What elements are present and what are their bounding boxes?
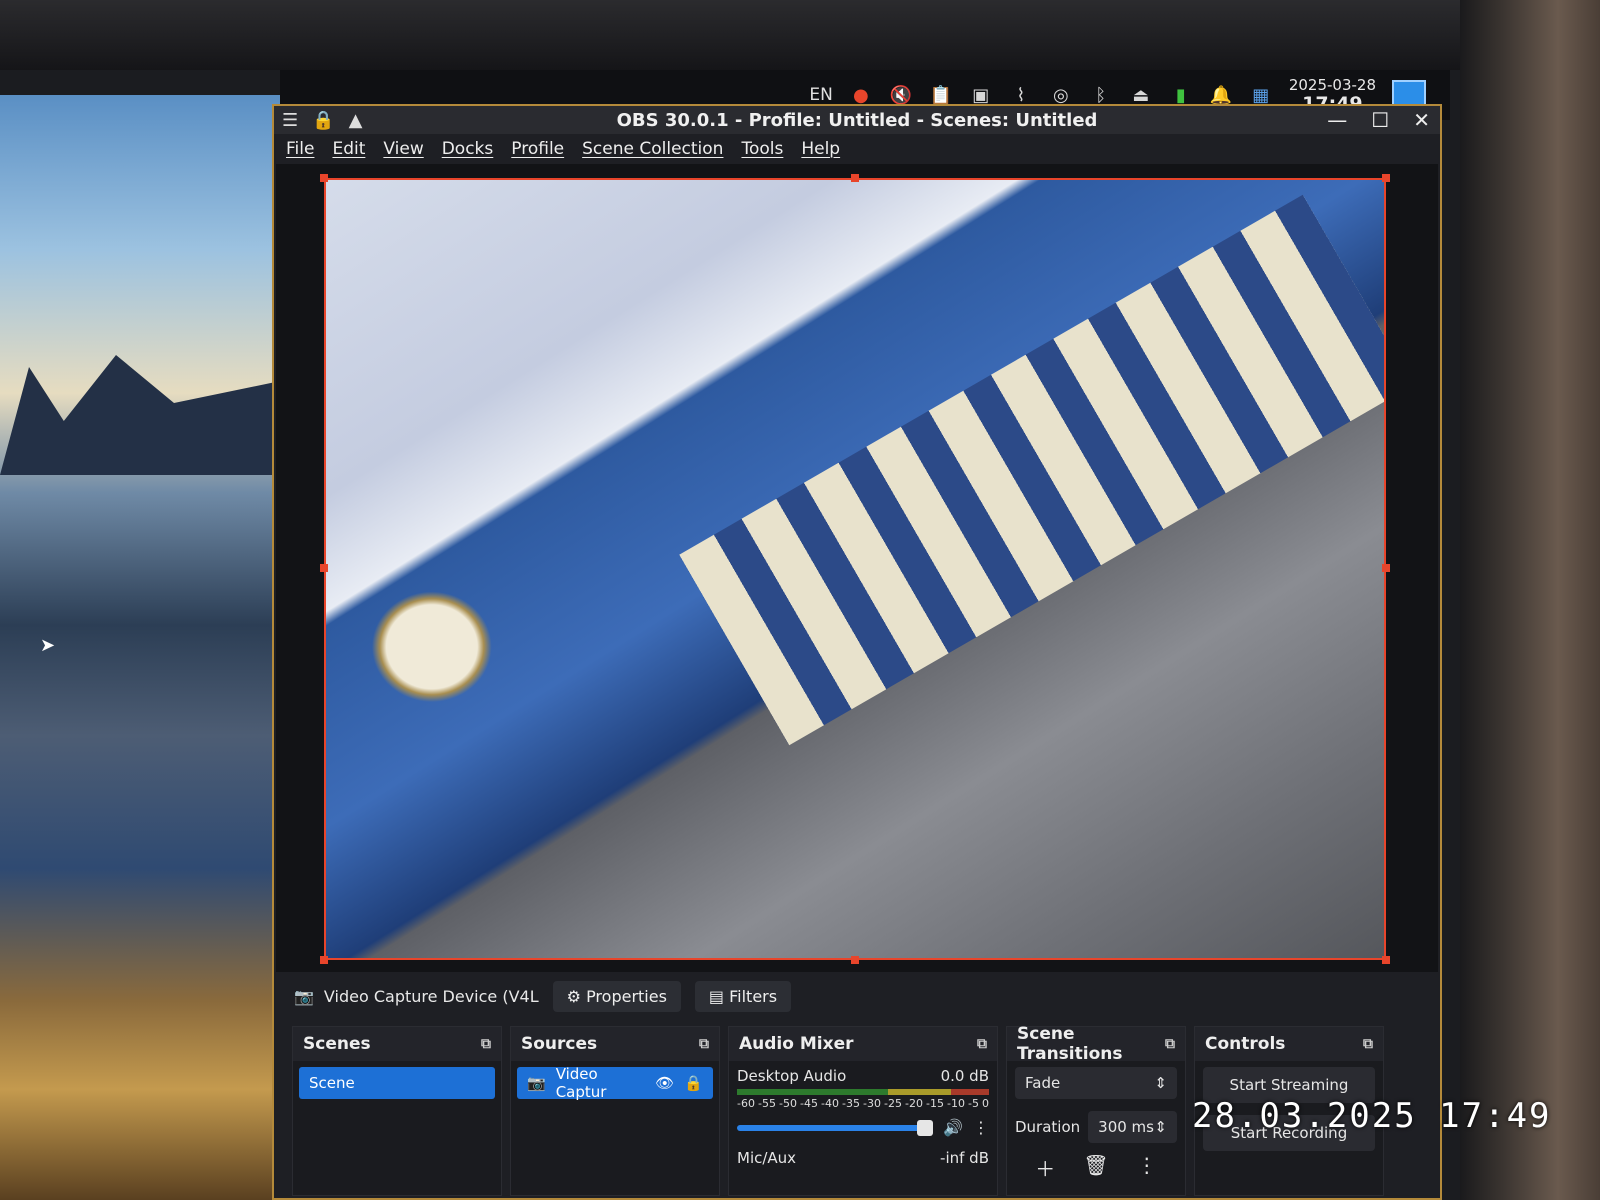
volume-slider-handle[interactable] <box>917 1119 934 1136</box>
scene-transitions-dock: Scene Transitions ⧉ Fade ⇕ Duration 300 ms… <box>1006 1024 1186 1196</box>
resize-handle[interactable] <box>320 956 328 964</box>
updown-icon: ⇕ <box>1154 1074 1167 1092</box>
menu-bar: File Edit View Docks Profile Scene Colle… <box>274 134 1440 164</box>
menu-tools[interactable]: Tools <box>741 139 783 159</box>
filters-label: Filters <box>729 986 778 1006</box>
sources-dock: Sources ⧉ 📷 Video Captur 👁 🔒 <box>510 1026 720 1196</box>
trash-icon[interactable]: 🗑 <box>1083 1153 1108 1182</box>
scale-tick: -45 <box>800 1097 818 1110</box>
sources-title: Sources <box>521 1034 598 1054</box>
audio-channel: Desktop Audio 0.0 dB <box>729 1061 997 1085</box>
source-item[interactable]: 📷 Video Captur 👁 🔒 <box>517 1065 713 1101</box>
scale-tick: -35 <box>842 1097 860 1110</box>
audio-mixer-dock: Audio Mixer ⧉ Desktop Audio 0.0 dB -60 -5… <box>728 1026 998 1196</box>
undock-icon[interactable]: ⧉ <box>699 1036 709 1052</box>
minimize-button[interactable]: — <box>1327 108 1347 132</box>
resize-handle[interactable] <box>851 174 859 182</box>
video-preview[interactable] <box>324 178 1386 960</box>
scale-tick: -5 <box>968 1097 979 1110</box>
photo-timestamp: 28.03.2025 17:49 <box>1192 1096 1552 1136</box>
undock-icon[interactable]: ⧉ <box>1363 1036 1373 1052</box>
resize-handle[interactable] <box>320 564 328 572</box>
menu-edit[interactable]: Edit <box>332 139 365 159</box>
channel-level: 0.0 dB <box>940 1067 989 1085</box>
mouse-cursor-icon: ➤ <box>40 635 56 656</box>
menu-file[interactable]: File <box>286 139 314 159</box>
scale-tick: -15 <box>926 1097 944 1110</box>
obs-window: ☰ 🔒 ▲ OBS 30.0.1 - Profile: Untitled - S… <box>272 104 1442 1200</box>
scale-tick: -60 <box>737 1097 755 1110</box>
menu-profile[interactable]: Profile <box>511 139 564 159</box>
channel-name: Desktop Audio <box>737 1067 847 1085</box>
monitor-bezel-side <box>1460 0 1600 1200</box>
undock-icon[interactable]: ⧉ <box>977 1036 987 1052</box>
meter-scale: -60 -55 -50 -45 -40 -35 -30 -25 -20 -15 … <box>737 1097 989 1110</box>
volume-slider[interactable] <box>737 1119 934 1136</box>
channel-name: Mic/Aux <box>737 1149 797 1167</box>
undock-icon[interactable]: ⧉ <box>481 1036 491 1052</box>
source-toolbar: 📷 Video Capture Device (V4L ⚙ Properties… <box>294 978 792 1014</box>
audio-mixer-title: Audio Mixer <box>739 1034 854 1054</box>
preview-area[interactable] <box>276 164 1438 972</box>
filters-button[interactable]: ▤ Filters <box>694 980 792 1012</box>
scale-tick: -20 <box>905 1097 923 1110</box>
resize-handle[interactable] <box>1382 174 1390 182</box>
camera-icon: 📷 <box>527 1074 546 1092</box>
scene-item[interactable]: Scene <box>299 1067 495 1099</box>
more-options-icon[interactable]: ⋮ <box>1137 1153 1157 1182</box>
maximize-button[interactable]: ☐ <box>1371 108 1389 132</box>
window-title: OBS 30.0.1 - Profile: Untitled - Scenes:… <box>616 109 1098 131</box>
scale-tick: -40 <box>821 1097 839 1110</box>
scale-tick: -50 <box>779 1097 797 1110</box>
menu-scene-collection[interactable]: Scene Collection <box>582 139 723 159</box>
monitor-bezel <box>0 0 1600 70</box>
transition-value: Fade <box>1025 1074 1061 1092</box>
camera-icon: 📷 <box>294 986 314 1006</box>
volume-slider-row: 🔊 ⋮ <box>737 1118 989 1137</box>
scale-tick: -25 <box>884 1097 902 1110</box>
scene-label: Scene <box>309 1074 355 1092</box>
pcb-image <box>679 194 1384 746</box>
resize-handle[interactable] <box>851 956 859 964</box>
scale-tick: -55 <box>758 1097 776 1110</box>
duration-spinbox[interactable]: 300 ms ⇕ <box>1088 1111 1177 1143</box>
visibility-eye-icon[interactable]: 👁 <box>655 1074 674 1092</box>
duration-label: Duration <box>1015 1118 1081 1136</box>
transition-select[interactable]: Fade ⇕ <box>1015 1067 1177 1099</box>
menu-help[interactable]: Help <box>801 139 840 159</box>
source-label: Video Captur <box>555 1065 607 1101</box>
desktop-wallpaper: ➤ <box>0 95 290 1200</box>
undock-icon[interactable]: ⧉ <box>1165 1036 1175 1052</box>
scenes-title: Scenes <box>303 1034 371 1054</box>
properties-button[interactable]: ⚙ Properties <box>552 980 681 1012</box>
lock-icon[interactable]: 🔒 <box>684 1074 703 1092</box>
volume-meter <box>737 1089 989 1095</box>
speaker-icon[interactable]: 🔊 <box>943 1118 963 1137</box>
scale-tick: -10 <box>947 1097 965 1110</box>
updown-icon: ⇕ <box>1154 1118 1167 1136</box>
menu-docks[interactable]: Docks <box>442 139 494 159</box>
resize-handle[interactable] <box>1382 956 1390 964</box>
menu-view[interactable]: View <box>383 139 423 159</box>
duration-value: 300 ms <box>1098 1118 1154 1136</box>
close-button[interactable]: ✕ <box>1413 108 1430 132</box>
more-options-icon[interactable]: ⋮ <box>973 1118 989 1137</box>
audio-channel: Mic/Aux -inf dB <box>729 1143 997 1167</box>
resize-handle[interactable] <box>1382 564 1390 572</box>
transitions-title: Scene Transitions <box>1017 1024 1123 1064</box>
channel-level: -inf dB <box>940 1149 989 1167</box>
scale-tick: -30 <box>863 1097 881 1110</box>
language-indicator[interactable]: EN <box>809 85 832 105</box>
resize-handle[interactable] <box>320 174 328 182</box>
scale-tick: 0 <box>982 1097 989 1110</box>
properties-label: Properties <box>586 986 667 1006</box>
controls-title: Controls <box>1205 1034 1286 1054</box>
title-bar[interactable]: ☰ 🔒 ▲ OBS 30.0.1 - Profile: Untitled - S… <box>274 106 1440 134</box>
add-icon[interactable]: ＋ <box>1035 1153 1055 1182</box>
scenes-dock: Scenes ⧉ Scene <box>292 1026 502 1196</box>
selected-source-name: Video Capture Device (V4L <box>323 986 539 1006</box>
